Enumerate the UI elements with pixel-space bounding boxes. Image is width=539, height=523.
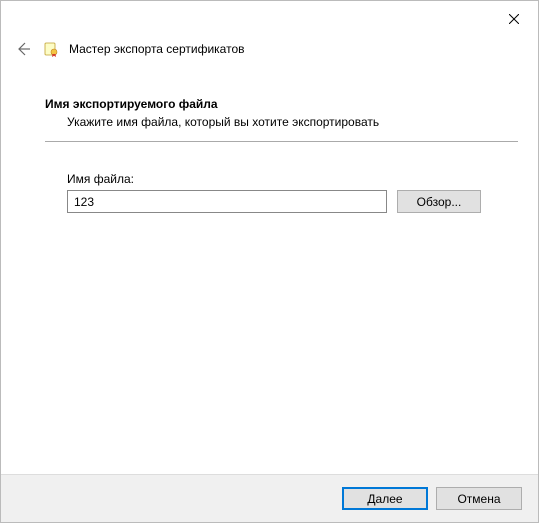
file-name-input[interactable] [67,190,387,213]
file-label: Имя файла: [67,172,518,186]
back-button[interactable] [13,39,33,59]
wizard-footer: Далее Отмена [1,474,538,522]
wizard-title: Мастер экспорта сертификатов [69,42,245,56]
section-description: Укажите имя файла, который вы хотите экс… [67,115,518,129]
browse-button[interactable]: Обзор... [397,190,481,213]
close-icon [509,14,519,24]
certificate-icon [43,41,59,57]
divider [45,141,518,142]
section-heading: Имя экспортируемого файла [45,97,518,111]
file-field-row: Обзор... [67,190,518,213]
arrow-left-icon [15,41,31,57]
close-button[interactable] [504,9,524,29]
wizard-window: Мастер экспорта сертификатов Имя экспорт… [0,0,539,523]
wizard-content: Имя экспортируемого файла Укажите имя фа… [45,97,518,213]
cancel-button[interactable]: Отмена [436,487,522,510]
wizard-header: Мастер экспорта сертификатов [13,39,526,59]
next-button[interactable]: Далее [342,487,428,510]
file-field-group: Имя файла: Обзор... [67,172,518,213]
